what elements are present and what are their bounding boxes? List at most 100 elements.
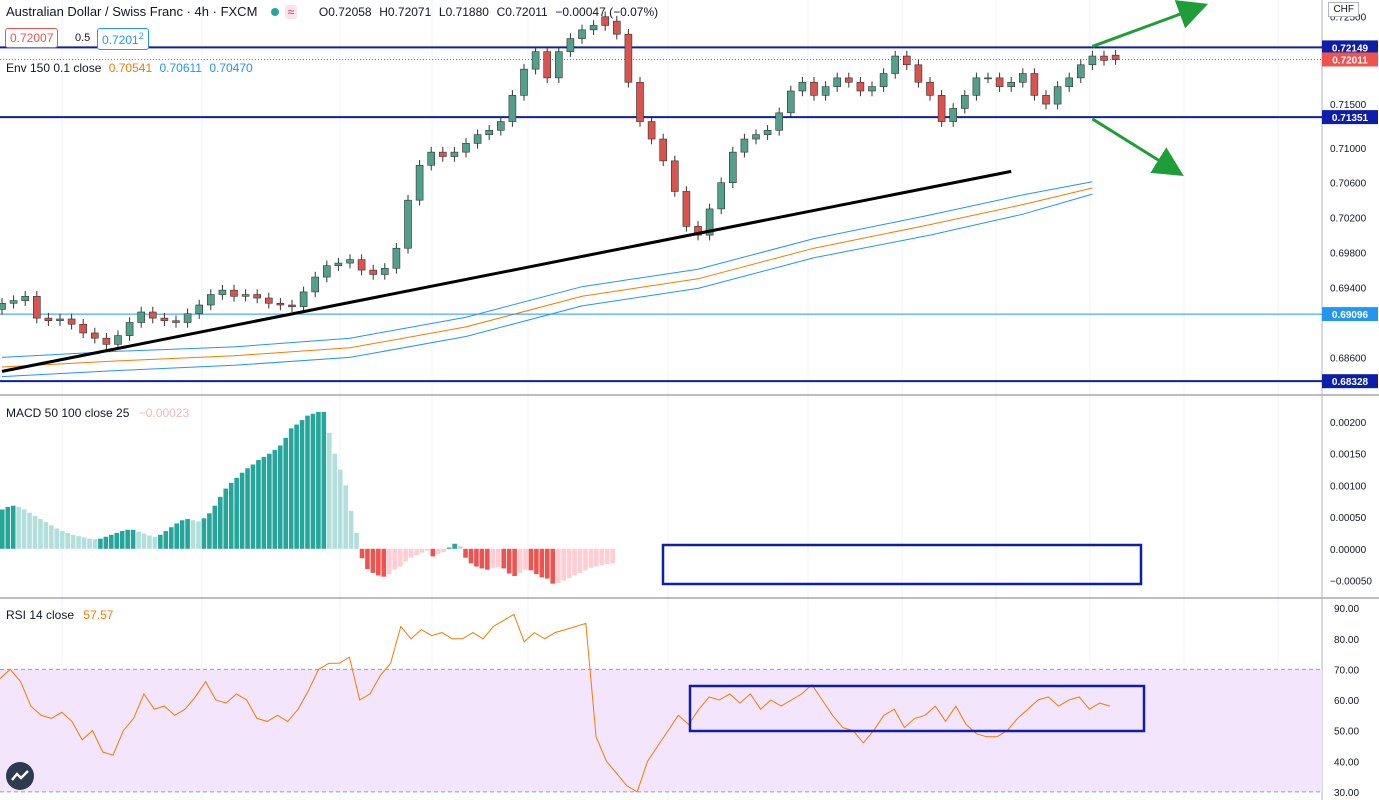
candle-body[interactable] [160, 317, 169, 322]
candle-body[interactable] [1042, 95, 1050, 105]
candle-body[interactable] [972, 77, 981, 96]
candle-body[interactable] [914, 64, 923, 83]
candle-body[interactable] [984, 77, 992, 80]
wave-icon[interactable]: ≈ [284, 5, 298, 19]
candle-body[interactable] [218, 289, 227, 295]
candle-body[interactable] [149, 311, 157, 319]
candle-body[interactable] [531, 51, 540, 70]
candle-body[interactable] [496, 121, 505, 131]
tradingview-logo-icon[interactable] [6, 762, 34, 790]
candle-body[interactable] [1030, 73, 1039, 96]
candle-body[interactable] [520, 68, 528, 96]
trendline[interactable] [1, 169, 1012, 373]
candle-body[interactable] [404, 199, 412, 249]
candle-body[interactable] [728, 151, 737, 184]
candle-body[interactable] [415, 164, 424, 201]
chart-canvas[interactable]: 0.721490.713510.690960.683280.720110.725… [0, 0, 1379, 800]
candle-body[interactable] [322, 265, 331, 278]
candle-body[interactable] [473, 134, 482, 144]
candle-body[interactable] [740, 138, 749, 153]
candle-body[interactable] [844, 77, 853, 83]
candle-body[interactable] [427, 151, 436, 166]
candle-body[interactable] [1088, 55, 1097, 66]
candle-body[interactable] [230, 289, 238, 297]
candle-body[interactable] [311, 276, 320, 293]
symbol-title[interactable]: Australian Dollar / Swiss Franc · 4h · F… [6, 4, 257, 19]
candle-body[interactable] [786, 90, 795, 114]
candle-body[interactable] [1065, 77, 1073, 87]
macd-indicator-label[interactable]: MACD 50 100 close 25 −0.00023 [6, 406, 189, 420]
candle-body[interactable] [659, 138, 668, 162]
candle-body[interactable] [856, 81, 865, 92]
candle-body[interactable] [114, 335, 122, 345]
candle-body[interactable] [450, 151, 459, 157]
candle-body[interactable] [902, 55, 911, 66]
candle-body[interactable] [1077, 64, 1085, 79]
candle-body[interactable] [821, 86, 830, 96]
candle-body[interactable] [612, 20, 621, 35]
candle-body[interactable] [578, 29, 586, 39]
candle-body[interactable] [56, 318, 64, 322]
candle-body[interactable] [264, 297, 273, 304]
candle-body[interactable] [995, 77, 1004, 87]
candle-body[interactable] [926, 81, 934, 96]
candle-body[interactable] [833, 77, 842, 87]
candle-body[interactable] [1111, 54, 1120, 60]
candle-body[interactable] [0, 302, 6, 310]
direction-arrow-up[interactable] [1091, 0, 1209, 48]
candle-body[interactable] [1100, 55, 1108, 61]
ask-price-button[interactable]: 0.72012 [97, 28, 149, 50]
candle-body[interactable] [554, 51, 563, 79]
candle-body[interactable] [670, 160, 679, 192]
candle-body[interactable] [241, 294, 250, 297]
candle-body[interactable] [647, 121, 656, 140]
candle-body[interactable] [91, 332, 99, 339]
candle-body[interactable] [9, 300, 18, 304]
candle-body[interactable] [357, 259, 366, 271]
candle-body[interactable] [32, 295, 41, 319]
candle-body[interactable] [207, 294, 215, 306]
candle-body[interactable] [195, 304, 203, 315]
candle-body[interactable] [79, 323, 87, 334]
candle-body[interactable] [299, 291, 308, 308]
rsi-indicator-label[interactable]: RSI 14 close 57.57 [6, 608, 113, 622]
candle-body[interactable] [1053, 86, 1062, 105]
candle-body[interactable] [44, 317, 53, 322]
candle-body[interactable] [508, 95, 517, 122]
candle-body[interactable] [137, 311, 145, 323]
candle-body[interactable] [125, 322, 134, 336]
candle-body[interactable] [369, 269, 378, 275]
candle-body[interactable] [937, 95, 946, 122]
candle-body[interactable] [566, 38, 575, 52]
candle-body[interactable] [253, 294, 261, 299]
candle-body[interactable] [763, 129, 772, 135]
candle-body[interactable] [624, 33, 633, 83]
candle-body[interactable] [438, 151, 447, 157]
candle-body[interactable] [380, 268, 389, 275]
candle-body[interactable] [485, 129, 494, 135]
candle-body[interactable] [346, 259, 354, 264]
candle-body[interactable] [636, 81, 644, 122]
candle-body[interactable] [102, 337, 111, 345]
candle-body[interactable] [462, 143, 470, 153]
candle-body[interactable] [183, 313, 192, 323]
candle-body[interactable] [775, 112, 784, 131]
candle-body[interactable] [589, 25, 598, 31]
candle-body[interactable] [717, 182, 726, 210]
candle-body[interactable] [392, 247, 401, 269]
candle-body[interactable] [891, 55, 900, 74]
candle-body[interactable] [879, 73, 888, 87]
candle-body[interactable] [1018, 73, 1027, 83]
candle-body[interactable] [810, 81, 818, 96]
env-indicator-label[interactable]: Env 150 0.1 close 0.70541 0.70611 0.7047… [6, 61, 253, 75]
bid-price-button[interactable]: 0.72007 [5, 28, 59, 48]
currency-badge[interactable]: CHF [1328, 2, 1359, 17]
candle-body[interactable] [949, 108, 958, 122]
candle-body[interactable] [21, 295, 30, 301]
candle-body[interactable] [67, 318, 76, 325]
candle-body[interactable] [543, 51, 552, 79]
candle-body[interactable] [172, 320, 180, 323]
candle-body[interactable] [798, 81, 807, 92]
candle-body[interactable] [960, 95, 969, 109]
candle-body[interactable] [868, 86, 876, 92]
